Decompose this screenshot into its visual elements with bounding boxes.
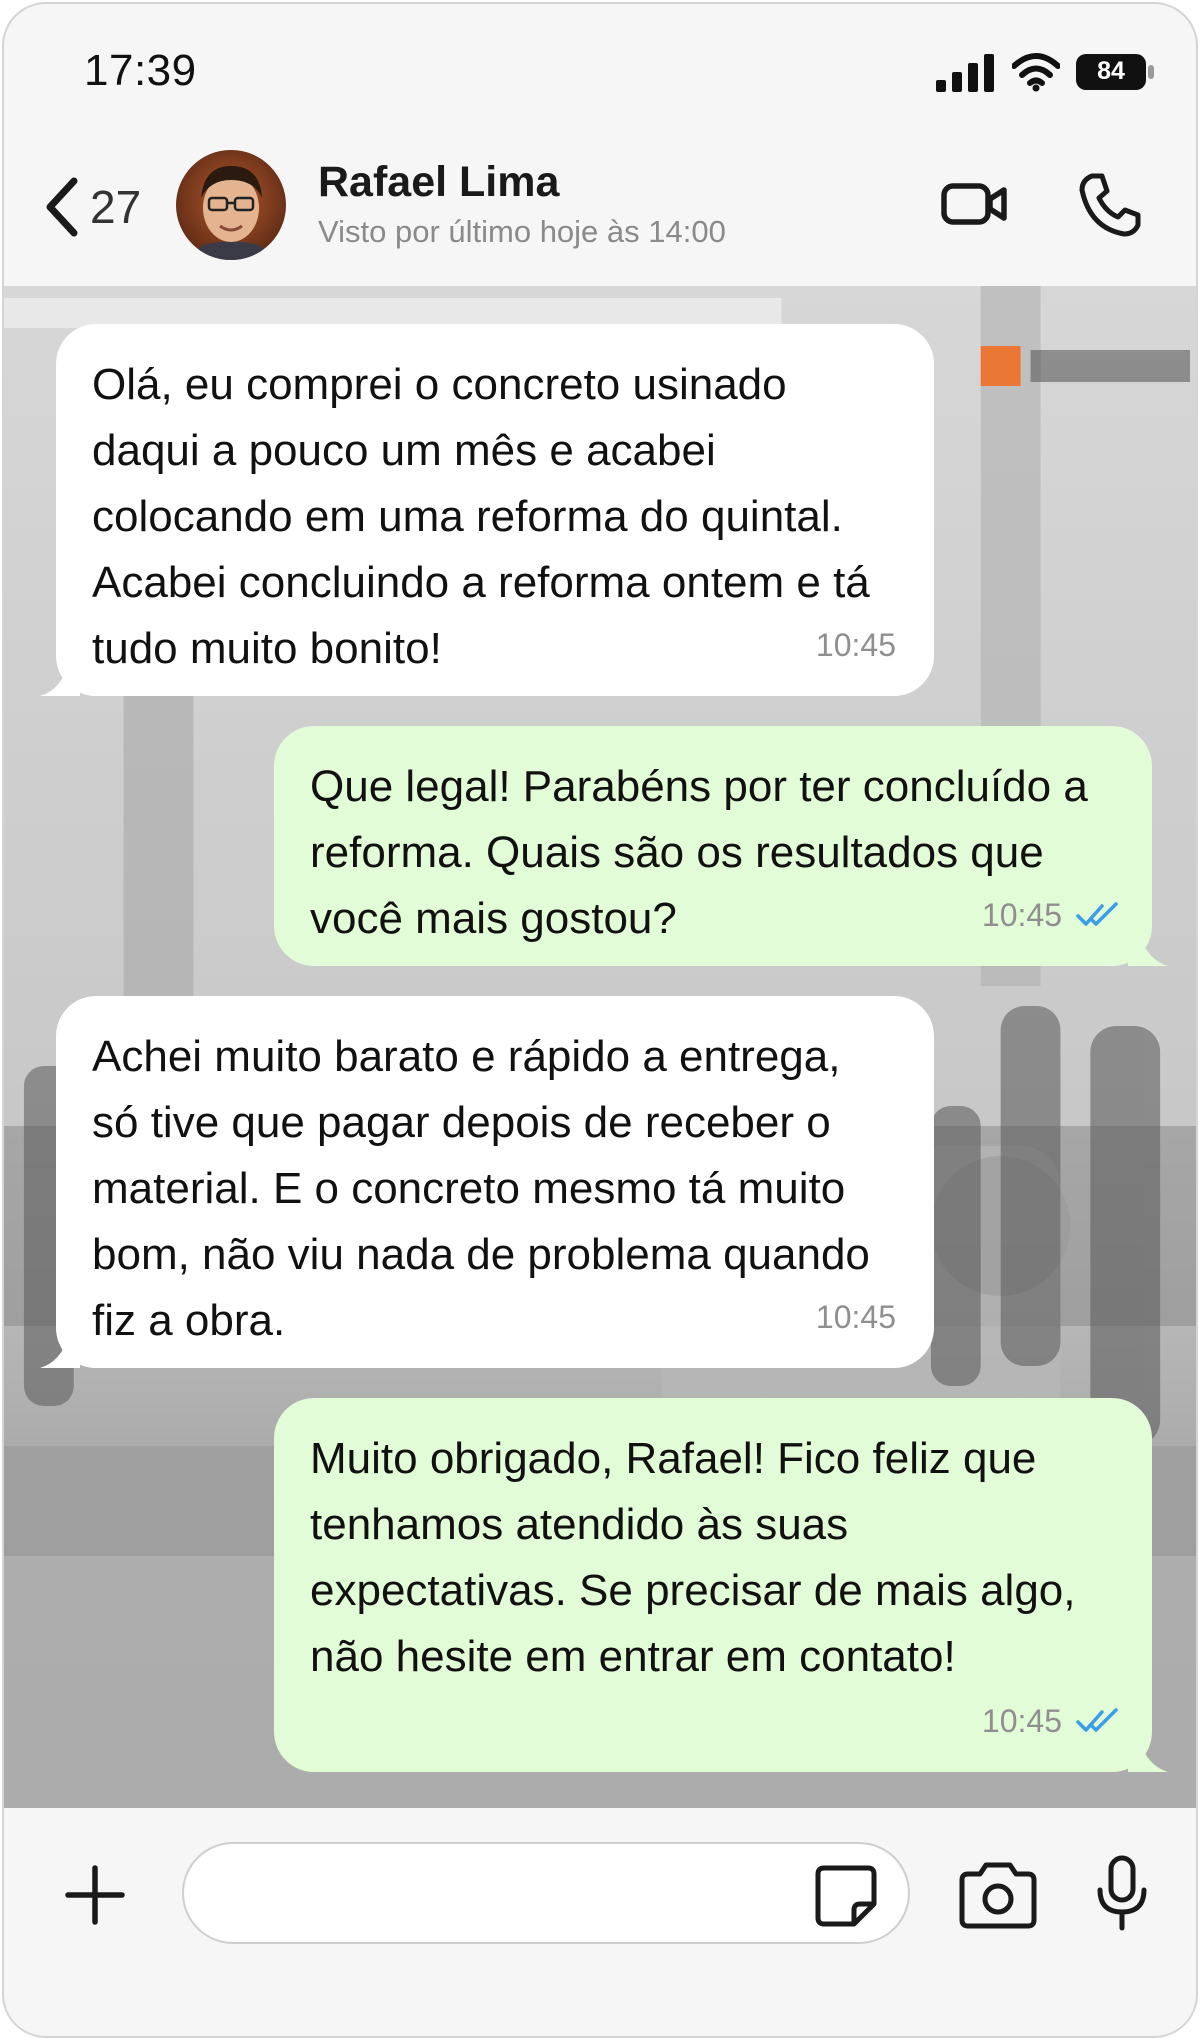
message-text: Muito obrigado, Rafael! Fico feliz que t… <box>310 1434 1076 1681</box>
message-text: Achei muito barato e rápido a entrega, s… <box>92 1032 870 1345</box>
battery-icon: 84 <box>1076 52 1156 92</box>
last-seen-status: Visto por último hoje às 14:00 <box>318 214 726 249</box>
back-button[interactable]: 27 <box>42 172 141 242</box>
chevron-left-icon <box>46 177 78 237</box>
plus-icon[interactable] <box>60 1860 130 1930</box>
battery-level: 84 <box>1097 57 1125 85</box>
phone-frame: 17:39 84 27 Rafael Lima Visto por último… <box>2 2 1198 2038</box>
bubble-tail <box>1128 1742 1168 1772</box>
video-camera-icon[interactable] <box>940 174 1010 234</box>
status-time: 17:39 <box>84 46 197 95</box>
microphone-icon[interactable] <box>1092 1854 1152 1934</box>
read-receipt-icon <box>1076 902 1118 926</box>
message-bubble-incoming[interactable]: Achei muito barato e rápido a entrega, s… <box>40 996 934 1368</box>
contact-name[interactable]: Rafael Lima <box>318 158 559 207</box>
unread-count: 27 <box>90 181 142 233</box>
bubble-tail <box>40 666 80 696</box>
message-bubble-outgoing[interactable]: Que legal! Parabéns por ter concluído a … <box>274 726 1168 966</box>
bubble-tail <box>1128 936 1168 966</box>
cellular-signal-icon <box>936 54 994 92</box>
camera-icon[interactable] <box>956 1860 1040 1930</box>
status-bar: 17:39 84 <box>4 4 1196 144</box>
message-time: 10:45 <box>815 1299 896 1335</box>
wifi-icon <box>1012 53 1060 92</box>
message-bubble-incoming[interactable]: Olá, eu comprei o concreto usinado daqui… <box>40 324 934 696</box>
message-time: 10:45 <box>815 627 896 663</box>
message-input[interactable] <box>182 1842 910 1944</box>
chat-header: 27 Rafael Lima Visto por último hoje às … <box>4 144 1196 284</box>
message-text: Olá, eu comprei o concreto usinado daqui… <box>92 360 870 673</box>
bubble-tail <box>40 1338 80 1368</box>
read-receipt-icon <box>1076 1708 1118 1732</box>
phone-icon[interactable] <box>1074 170 1144 240</box>
message-time: 10:45 <box>982 1688 1122 1754</box>
message-time: 10:45 <box>982 882 1122 948</box>
input-bar <box>4 1808 1196 2036</box>
chat-area[interactable]: Olá, eu comprei o concreto usinado daqui… <box>4 286 1196 1808</box>
message-bubble-outgoing[interactable]: Muito obrigado, Rafael! Fico feliz que t… <box>274 1398 1168 1772</box>
avatar[interactable] <box>176 150 286 260</box>
sticker-icon[interactable] <box>814 1864 878 1928</box>
